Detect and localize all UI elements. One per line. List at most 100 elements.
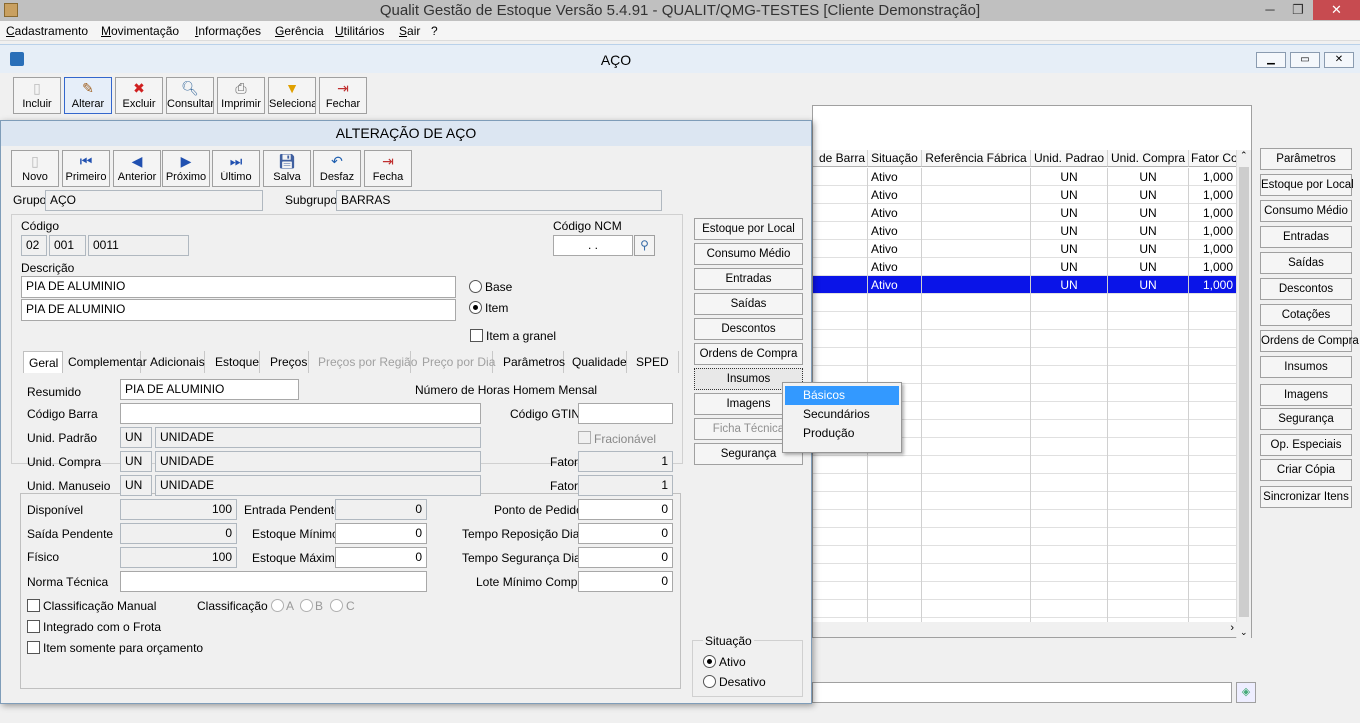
right-button-0[interactable]: Parâmetros (1260, 148, 1352, 170)
proximo-button[interactable]: ▶ Próximo (162, 150, 210, 187)
table-row[interactable]: Ativo UN UN 1,000 (813, 168, 1237, 186)
tab-9[interactable]: SPED (631, 351, 679, 373)
saida-pendente-field[interactable]: 0 (120, 523, 237, 544)
unid-padrao-field[interactable]: UN (120, 427, 152, 448)
table-row[interactable]: Ativo UN UN 1,000 (813, 240, 1237, 258)
aco-close-icon[interactable]: ✕ (1324, 52, 1354, 68)
fisico-field[interactable]: 100 (120, 547, 237, 568)
maximize-icon[interactable]: ❐ (1284, 0, 1312, 20)
descricao-field-1[interactable]: PIA DE ALUMINIO (21, 276, 456, 298)
fecha-button[interactable]: ⇥ Fecha (364, 150, 412, 187)
items-grid[interactable]: de Barra Situação Referência Fábrica Uni… (812, 105, 1252, 638)
menu-informacoes[interactable]: Informações (195, 24, 261, 38)
classificacao-a-radio[interactable] (271, 599, 284, 612)
scroll-up-icon[interactable]: ⌃ (1240, 150, 1248, 161)
codigo-field-3[interactable]: 0011 (88, 235, 189, 256)
menu-help[interactable]: ? (431, 24, 438, 38)
ncm-field[interactable]: . . (553, 235, 633, 256)
menu-cadastramento[interactable]: Cadastramento (6, 24, 88, 38)
salva-button[interactable]: 💾︎ Salva (263, 150, 311, 187)
scroll-down-icon[interactable]: ⌄ (1240, 627, 1248, 638)
scroll-thumb[interactable] (1239, 167, 1249, 617)
descricao-field-2[interactable]: PIA DE ALUMINIO (21, 299, 456, 321)
col-header-unid-compra[interactable]: Unid. Compra (1108, 150, 1189, 167)
table-row[interactable]: Ativo UN UN 1,000 (813, 186, 1237, 204)
side-button-2[interactable]: Entradas (694, 268, 803, 290)
tab-0[interactable]: Geral (23, 351, 63, 373)
menu-utilitarios[interactable]: Utilitários (335, 24, 384, 38)
classificacao-b-radio[interactable] (300, 599, 313, 612)
right-button-2[interactable]: Consumo Médio (1260, 200, 1352, 222)
grupo-field[interactable]: AÇO (45, 190, 263, 211)
right-button-9[interactable]: Imagens (1260, 384, 1352, 406)
unid-compra-desc[interactable]: UNIDADE (155, 451, 481, 472)
disponivel-field[interactable]: 100 (120, 499, 237, 520)
item-orcamento-checkbox[interactable] (27, 641, 40, 654)
right-button-10[interactable]: Segurança (1260, 408, 1352, 430)
right-button-12[interactable]: Criar Cópia (1260, 459, 1352, 481)
excluir-button[interactable]: ✖ Excluir (115, 77, 163, 114)
aco-minimize-icon[interactable]: ▁ (1256, 52, 1286, 68)
menu-item-secundarios[interactable]: Secundários (785, 405, 899, 424)
menu-item-producao[interactable]: Produção (785, 424, 899, 443)
col-header-fator[interactable]: Fator Co (1189, 150, 1237, 167)
primeiro-button[interactable]: ⏮ Primeiro (62, 150, 110, 187)
item-radio[interactable] (469, 301, 482, 314)
situacao-desativo-radio[interactable] (703, 675, 716, 688)
right-button-6[interactable]: Cotações (1260, 304, 1352, 326)
fracionavel-checkbox[interactable] (578, 431, 591, 444)
filter-search-icon[interactable]: ◈ (1236, 682, 1256, 703)
tempo-seguranca-field[interactable]: 0 (578, 547, 673, 568)
codigo-barra-field[interactable] (120, 403, 481, 424)
estoque-minimo-field[interactable]: 0 (335, 523, 427, 544)
horizontal-scrollbar[interactable]: › (813, 622, 1237, 637)
right-button-8[interactable]: Insumos (1260, 356, 1352, 378)
tab-1[interactable]: Complementar (63, 351, 147, 373)
gtin-field[interactable] (578, 403, 673, 424)
classificacao-manual-checkbox[interactable] (27, 599, 40, 612)
estoque-maximo-field[interactable]: 0 (335, 547, 427, 568)
side-button-1[interactable]: Consumo Médio (694, 243, 803, 265)
table-row[interactable]: Ativo UN UN 1,000 (813, 276, 1237, 294)
classificacao-c-radio[interactable] (330, 599, 343, 612)
grid-search-input[interactable] (812, 682, 1232, 703)
right-button-5[interactable]: Descontos (1260, 278, 1352, 300)
tab-5[interactable]: Preços por Região (313, 351, 417, 373)
menu-gerencia[interactable]: Gerência (275, 24, 324, 38)
col-header-barra[interactable]: de Barra (813, 150, 868, 167)
codigo-field-2[interactable]: 001 (49, 235, 86, 256)
novo-button[interactable]: ▯ Novo (11, 150, 59, 187)
table-row[interactable]: Ativo UN UN 1,000 (813, 222, 1237, 240)
unid-compra-field[interactable]: UN (120, 451, 152, 472)
situacao-ativo-radio[interactable] (703, 655, 716, 668)
side-button-4[interactable]: Descontos (694, 318, 803, 340)
codigo-field-1[interactable]: 02 (21, 235, 47, 256)
table-row[interactable]: Ativo UN UN 1,000 (813, 204, 1237, 222)
col-header-referencia[interactable]: Referência Fábrica (922, 150, 1031, 167)
tab-4[interactable]: Preços (265, 351, 309, 373)
alterar-button[interactable]: ✎ Alterar (64, 77, 112, 114)
consultar-button[interactable]: 🔍︎ Consultar (166, 77, 214, 114)
ncm-search-icon[interactable]: ⚲ (634, 235, 655, 256)
side-button-5[interactable]: Ordens de Compra (694, 343, 803, 365)
tab-6[interactable]: Preço por Dia (417, 351, 495, 373)
menu-sair[interactable]: Sair (399, 24, 420, 38)
tab-2[interactable]: Adicionais (145, 351, 205, 373)
aco-restore-icon[interactable]: ▭ (1290, 52, 1320, 68)
ultimo-button[interactable]: ⏭ Último (212, 150, 260, 187)
item-granel-checkbox[interactable] (470, 329, 483, 342)
incluir-button[interactable]: ▯ Incluir (13, 77, 61, 114)
right-button-1[interactable]: Estoque por Local (1260, 174, 1354, 196)
seleciona-button[interactable]: ▼ Seleciona (268, 77, 316, 114)
right-button-4[interactable]: Saídas (1260, 252, 1352, 274)
menu-movimentacao[interactable]: Movimentação (101, 24, 179, 38)
fechar-button[interactable]: ⇥ Fechar (319, 77, 367, 114)
col-header-situacao[interactable]: Situação (868, 150, 922, 167)
right-button-11[interactable]: Op. Especiais (1260, 434, 1352, 456)
right-button-7[interactable]: Ordens de Compra (1260, 330, 1359, 352)
side-button-0[interactable]: Estoque por Local (694, 218, 803, 240)
desfaz-button[interactable]: ↶ Desfaz (313, 150, 361, 187)
unid-manuseio-desc[interactable]: UNIDADE (155, 475, 481, 496)
imprimir-button[interactable]: ⎙ Imprimir (217, 77, 265, 114)
resumido-field[interactable]: PIA DE ALUMINIO (120, 379, 299, 400)
